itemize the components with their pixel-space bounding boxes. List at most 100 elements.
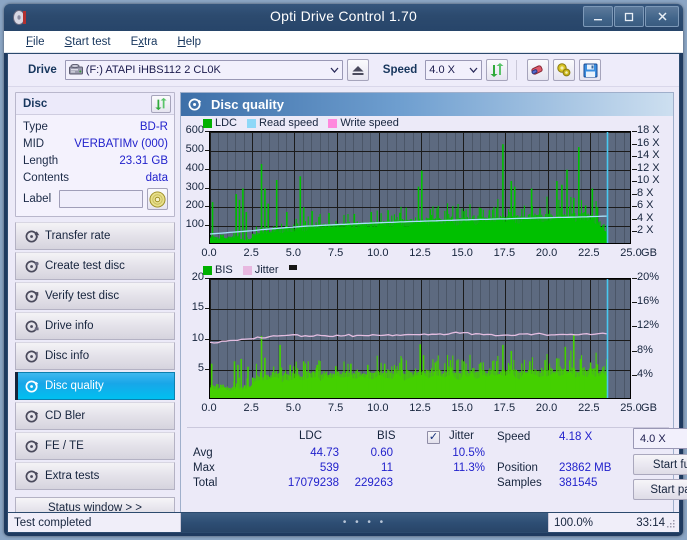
disc-label-input[interactable] xyxy=(59,190,143,208)
plot1-y2tick-mark xyxy=(632,181,637,182)
legend-label-read-speed: Read speed xyxy=(259,117,318,129)
refresh-button[interactable] xyxy=(486,59,508,81)
chevron-down-icon xyxy=(466,61,481,79)
legend-label-jitter: Jitter xyxy=(255,264,279,276)
plot2-xtick: 2.5 xyxy=(244,402,259,414)
plot2-xtick: 17.5 xyxy=(494,402,515,414)
jitter-checkbox[interactable]: ✓ xyxy=(427,431,440,444)
start-full-button[interactable]: Start full xyxy=(633,454,687,475)
menu-item-start-test[interactable]: Start test xyxy=(65,36,111,48)
disc-row-value: BD-R xyxy=(140,121,168,133)
resize-grip[interactable] xyxy=(666,519,676,529)
speed-select[interactable]: 4.0 X xyxy=(425,60,482,80)
plot1-ytick: 300 xyxy=(181,181,204,193)
main-panel: Disc quality LDC Read speed Write speed … xyxy=(180,92,674,533)
plot1-xtick: 12.5 xyxy=(409,247,430,259)
disc-row-key: Length xyxy=(23,155,58,167)
disc-quality-icon xyxy=(188,97,203,112)
disc-refresh-button[interactable] xyxy=(151,95,171,113)
eject-button[interactable] xyxy=(347,59,369,81)
disc-verify-icon xyxy=(25,289,45,304)
title-bar: Opti Drive Control 1.70 xyxy=(4,4,683,31)
plot2-y2tick: 20% xyxy=(637,271,659,283)
sidebar-item-verify-test-disc[interactable]: Verify test disc xyxy=(15,282,175,310)
start-part-label: Start part xyxy=(650,484,687,496)
sidebar-item-drive-info[interactable]: Drive info xyxy=(15,312,175,340)
legend-swatch-bis xyxy=(203,266,212,275)
drive-toolbar: Drive (F:) ATAPI iHBS112 2 CL0K xyxy=(8,54,679,87)
stats-speed-label: Speed xyxy=(497,431,530,443)
disc-row-value: data xyxy=(146,172,168,184)
plot1-y2tick: 18 X xyxy=(637,124,660,136)
start-full-label: Start full xyxy=(653,459,687,471)
sidebar-item-label: Create test disc xyxy=(45,260,125,272)
toolbar-divider xyxy=(516,60,517,80)
bis-plot: 51015204%8%12%16%20%0.02.55.07.510.012.5… xyxy=(181,263,673,425)
disc-row-contents: Contents data xyxy=(23,169,168,186)
menu-item-extra[interactable]: Extra xyxy=(131,36,158,48)
plot1-ytick-mark xyxy=(205,150,209,151)
plot1-ytick-mark xyxy=(205,188,209,189)
plot2-xtick: 0.0 xyxy=(201,402,216,414)
plot2-y2tick: 12% xyxy=(637,319,659,331)
disc-panel-title: Disc xyxy=(23,98,47,110)
disc-row-length: Length 23.31 GB xyxy=(23,152,168,169)
menu-item-help[interactable]: Help xyxy=(177,36,201,48)
plot2-y2tick-mark xyxy=(632,351,637,352)
disc-bler-icon xyxy=(25,409,45,424)
start-part-button[interactable]: Start part xyxy=(633,479,687,500)
drive-select[interactable]: (F:) ATAPI iHBS112 2 CL0K xyxy=(65,60,343,80)
disc-rows: Type BD-R MID VERBATIMv (000) Length 23.… xyxy=(16,115,174,216)
chevron-down-icon xyxy=(327,61,342,79)
disc-label-key: Label xyxy=(23,193,51,205)
plot2-y2tick: 8% xyxy=(637,344,653,356)
sidebar-item-create-test-disc[interactable]: Create test disc xyxy=(15,252,175,280)
sidebar-item-fe-te[interactable]: FE / TE xyxy=(15,432,175,460)
disc-fete-icon xyxy=(25,439,45,454)
plot2-xtick: 22.5 xyxy=(578,402,599,414)
stats-avg-ldc: 44.73 xyxy=(273,447,339,459)
sidebar-item-transfer-rate[interactable]: Transfer rate xyxy=(15,222,175,250)
plot1-y2tick-mark xyxy=(632,231,637,232)
plot1-ytick-mark xyxy=(205,206,209,207)
maximize-button[interactable] xyxy=(614,6,644,27)
plot1-xtick: 20.0 xyxy=(536,247,557,259)
menu-bar: File Start test Extra Help xyxy=(4,31,683,53)
plot1-xtick: 5.0 xyxy=(286,247,301,259)
status-percent: 100.0% xyxy=(549,517,607,529)
progress-bar: • • • • xyxy=(180,513,549,532)
plot1-y2tick-mark xyxy=(632,219,637,220)
sidebar-item-disc-info[interactable]: Disc info xyxy=(15,342,175,370)
cd-disc-icon-button[interactable] xyxy=(147,188,168,210)
stats-speed-select[interactable]: 4.0 X xyxy=(633,428,687,449)
sidebar-item-cd-bler[interactable]: CD Bler xyxy=(15,402,175,430)
save-button[interactable] xyxy=(579,59,601,81)
minimize-button[interactable] xyxy=(583,6,613,27)
disc-extra-icon xyxy=(25,469,45,484)
stats-col-jitter: Jitter xyxy=(449,430,474,442)
stats-col-bis: BIS xyxy=(377,430,396,442)
disc-row-key: MID xyxy=(23,138,44,150)
plot2-y2tick: 4% xyxy=(637,368,653,380)
sidebar-item-extra-tests[interactable]: Extra tests xyxy=(15,462,175,490)
window-controls xyxy=(583,6,679,27)
stats-position-label: Position xyxy=(497,462,538,474)
plot2-y2tick-mark xyxy=(632,375,637,376)
close-button[interactable] xyxy=(645,6,679,27)
stats-row-label-max: Max xyxy=(193,462,215,474)
erase-button[interactable] xyxy=(527,59,549,81)
plot2-ytick-mark xyxy=(205,339,209,340)
plot2-xtick: 15.0 xyxy=(451,402,472,414)
plot2-ytick: 5 xyxy=(181,362,204,374)
legend-swatch-ldc xyxy=(203,119,212,128)
plot1-y2tick: 12 X xyxy=(637,162,660,174)
settings-button[interactable] xyxy=(553,59,575,81)
stats-max-bis: 11 xyxy=(349,462,393,474)
stats-total-bis: 229263 xyxy=(339,477,393,489)
sidebar-item-label: Extra tests xyxy=(45,470,99,482)
sidebar-item-disc-quality[interactable]: Disc quality xyxy=(15,372,175,400)
plot1-ytick: 600 xyxy=(181,124,204,136)
drive-select-value: (F:) ATAPI iHBS112 2 CL0K xyxy=(86,64,221,76)
stats-position-value: 23862 MB xyxy=(559,462,627,474)
menu-item-file[interactable]: File xyxy=(26,36,45,48)
